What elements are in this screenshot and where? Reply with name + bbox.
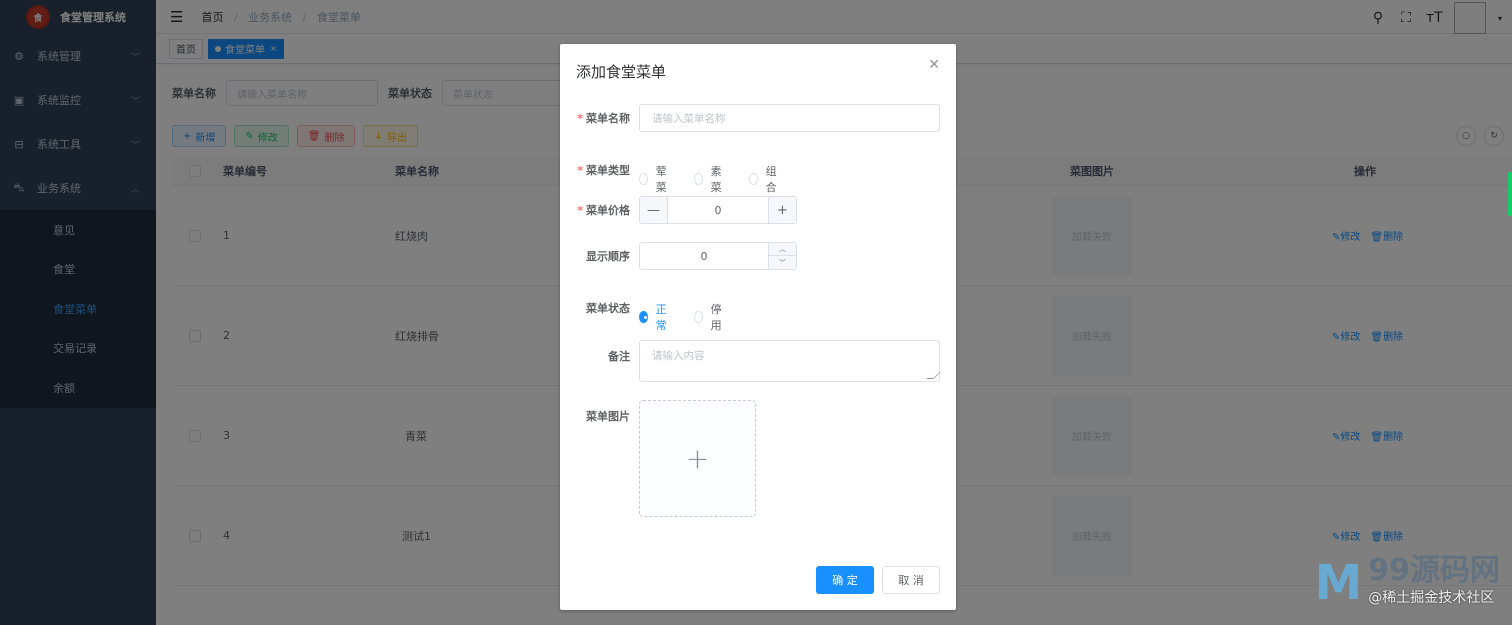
minus-icon[interactable]: — (640, 197, 668, 223)
status-radio-disabled[interactable]: 停用 (694, 301, 725, 333)
price-label: * 菜单价格 (577, 204, 630, 217)
radio-circle (639, 173, 648, 185)
remark-textarea[interactable]: 请输入内容 (639, 340, 940, 382)
image-control: + (639, 400, 756, 517)
order-stepper: 0 ︿ ﹀ (639, 242, 797, 270)
confirm-button[interactable]: 确 定 (816, 566, 874, 594)
order-arrows: ︿ ﹀ (768, 243, 796, 269)
type-radio-group: 荤菜 素菜 组合 (639, 163, 780, 195)
status-radio-group: 正常 停用 (639, 301, 725, 333)
type-control: 荤菜 素菜 组合 (639, 163, 780, 195)
image-label: 菜单图片 (586, 410, 630, 423)
scrollbar-indicator[interactable] (1508, 172, 1512, 216)
radio-circle (749, 173, 758, 185)
form-row-status: 菜单状态 正常 停用 (560, 294, 722, 332)
type-label: * 菜单类型 (577, 164, 630, 177)
plus-icon[interactable]: + (768, 197, 796, 223)
required-asterisk: * (577, 164, 583, 177)
radio-circle-checked (639, 311, 648, 323)
status-radio-normal[interactable]: 正常 (639, 301, 670, 333)
name-control: 请输入菜单名称 (639, 104, 940, 132)
watermark-text: 99源码网 @稀土掘金技术社区 (1368, 554, 1500, 607)
menu-name-input[interactable]: 请输入菜单名称 (639, 104, 940, 132)
price-input[interactable]: 0 (668, 204, 768, 217)
cancel-button[interactable]: 取 消 (882, 566, 940, 594)
radio-circle (694, 173, 703, 185)
add-menu-dialog: 添加食堂菜单 ✕ * 菜单名称 请输入菜单名称 * 菜单类型 荤菜 素菜 组合 * 菜… (560, 44, 956, 610)
plus-icon: + (685, 442, 710, 475)
watermark-logo-icon: M (1314, 555, 1363, 611)
order-control: 0 ︿ ﹀ (639, 242, 797, 270)
form-row-price: * 菜单价格 — 0 + (560, 196, 797, 224)
arrow-down-icon[interactable]: ﹀ (769, 256, 796, 269)
price-stepper: — 0 + (639, 196, 797, 224)
type-radio-meat[interactable]: 荤菜 (639, 163, 670, 195)
radio-circle (694, 311, 703, 323)
form-row-order: 显示顺序 0 ︿ ﹀ (560, 242, 797, 270)
close-icon[interactable]: ✕ (928, 57, 940, 73)
image-upload[interactable]: + (639, 400, 756, 517)
type-radio-veg[interactable]: 素菜 (694, 163, 725, 195)
watermark: M 99源码网 @稀土掘金技术社区 (1314, 554, 1500, 607)
price-control: — 0 + (639, 196, 797, 224)
dialog-title: 添加食堂菜单 (576, 63, 667, 81)
form-row-name: * 菜单名称 请输入菜单名称 (560, 104, 940, 132)
dialog-footer: 确 定 取 消 (816, 566, 940, 594)
form-row-image: 菜单图片 + (560, 400, 756, 517)
remark-control: 请输入内容 (639, 340, 940, 382)
watermark-brand: 99源码网 (1368, 553, 1500, 588)
required-asterisk: * (577, 112, 583, 125)
type-radio-combo[interactable]: 组合 (749, 163, 780, 195)
status-control: 正常 停用 (639, 301, 725, 333)
required-asterisk: * (577, 204, 583, 217)
form-row-type: * 菜单类型 荤菜 素菜 组合 (560, 156, 776, 194)
order-label: 显示顺序 (586, 250, 630, 263)
remark-label: 备注 (608, 350, 630, 363)
arrow-up-icon[interactable]: ︿ (769, 243, 796, 256)
form-row-remark: 备注 请输入内容 (560, 340, 940, 382)
status-label: 菜单状态 (586, 302, 630, 315)
watermark-sub: @稀土掘金技术社区 (1368, 590, 1495, 606)
name-label: * 菜单名称 (577, 112, 630, 125)
